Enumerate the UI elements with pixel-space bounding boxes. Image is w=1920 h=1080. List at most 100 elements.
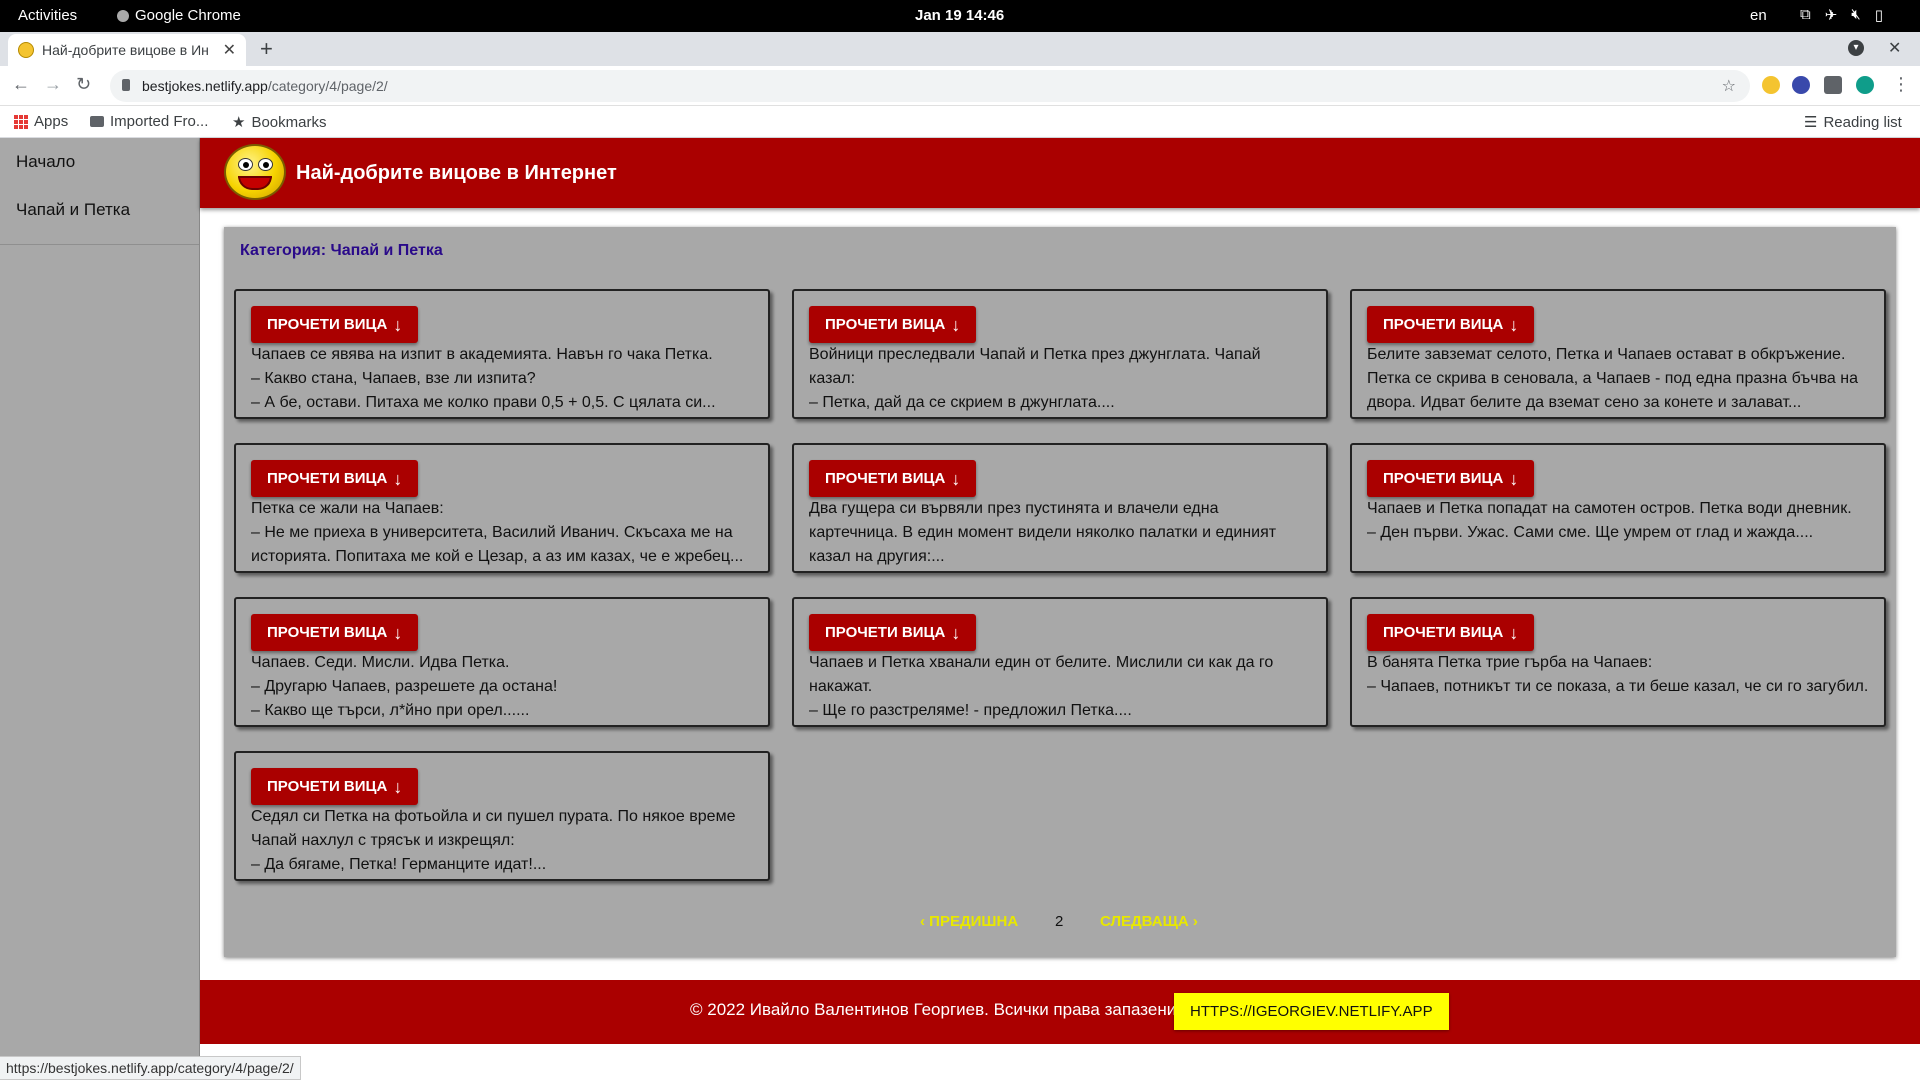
read-joke-label: ПРОЧЕТИ ВИЦА — [267, 778, 388, 795]
joke-preview-text: Чапаев и Петка хванали един от белите. М… — [809, 654, 1274, 719]
window-close-icon[interactable]: ✕ — [1888, 38, 1901, 58]
bookmark-apps[interactable]: Apps — [14, 113, 68, 130]
extension-smiley-icon[interactable] — [1762, 76, 1780, 94]
menu-kebab-icon[interactable]: ⋮ — [1892, 74, 1910, 95]
reading-list-label: Reading list — [1823, 113, 1902, 131]
reload-icon[interactable]: ↻ — [76, 74, 91, 95]
sidebar-nav: Начало Чапай и Петка — [0, 138, 199, 245]
bookmark-bookmarks[interactable]: ★ Bookmarks — [232, 113, 326, 132]
read-joke-button[interactable]: ПРОЧЕТИ ВИЦА ↓ — [251, 460, 419, 497]
author-site-link[interactable]: HTTPS://IGEORGIEV.NETLIFY.APP — [1174, 993, 1449, 1030]
joke-card: ПРОЧЕТИ ВИЦА ↓ Два гущера си вървяли през … — [792, 443, 1328, 573]
read-joke-button[interactable]: ПРОЧЕТИ ВИЦА ↓ — [809, 614, 977, 651]
joke-card: ПРОЧЕТИ ВИЦА ↓ Чапаев. Седи. Мисли. Идва П… — [234, 597, 770, 727]
read-joke-button[interactable]: ПРОЧЕТИ ВИЦА ↓ — [251, 306, 419, 343]
smiley-logo-icon[interactable] — [224, 144, 286, 200]
read-joke-label: ПРОЧЕТИ ВИЦА — [267, 470, 388, 487]
tab-search-icon[interactable]: ▾ — [1848, 40, 1864, 56]
read-joke-label: ПРОЧЕТИ ВИЦА — [825, 316, 946, 333]
read-joke-label: ПРОЧЕТИ ВИЦА — [267, 624, 388, 641]
prev-page-link[interactable]: ‹ ПРЕДИШНА — [920, 913, 1018, 930]
star-icon: ★ — [232, 114, 246, 131]
site-footer: © 2022 Ивайло Валентинов Георгиев. Всичк… — [200, 980, 1920, 1044]
status-url-bubble: https://bestjokes.netlify.app/category/4… — [0, 1056, 301, 1080]
system-top-bar: Activities Google Chrome Jan 19 14:46 en… — [0, 0, 1920, 32]
language-indicator[interactable]: en — [1750, 7, 1767, 24]
next-page-link[interactable]: СЛЕДВАЩА › — [1100, 913, 1198, 930]
volume-icon: 🔇︎ — [1851, 6, 1861, 23]
joke-card: ПРОЧЕТИ ВИЦА ↓ Белите завземат селото, Пет… — [1350, 289, 1886, 419]
arrow-down-icon: ↓ — [951, 468, 961, 489]
arrow-down-icon: ↓ — [1509, 622, 1519, 643]
current-page-number: 2 — [1055, 913, 1064, 930]
apps-grid-icon — [14, 114, 28, 129]
battery-icon: ▯ — [1874, 7, 1884, 24]
joke-card: ПРОЧЕТИ ВИЦА ↓ Петка се жали на Чапаев: – … — [234, 443, 770, 573]
sidebar: Начало Чапай и Петка — [0, 138, 200, 1060]
network-icon: ⧉ — [1800, 6, 1811, 23]
site-title[interactable]: Най-добрите вицове в Интернет — [296, 162, 617, 185]
joke-preview-text: Седял си Петка на фотьойла и си пушел пу… — [251, 808, 736, 873]
app-name: Google Chrome — [135, 7, 241, 24]
extensions-puzzle-icon[interactable] — [1824, 76, 1842, 94]
new-tab-button[interactable]: + — [260, 36, 273, 62]
address-bar[interactable]: bestjokes.netlify.app/category/4/page/2/… — [110, 70, 1750, 102]
forward-icon[interactable]: → — [44, 74, 62, 95]
app-menu[interactable]: Google Chrome — [117, 7, 241, 24]
logo-eye — [258, 158, 273, 171]
read-joke-button[interactable]: ПРОЧЕТИ ВИЦА ↓ — [251, 768, 419, 805]
joke-card: ПРОЧЕТИ ВИЦА ↓ Седял си Петка на фотьойла … — [234, 751, 770, 881]
activities-button[interactable]: Activities — [18, 7, 77, 24]
url-path: /category/4/page/2/ — [267, 78, 388, 94]
read-joke-button[interactable]: ПРОЧЕТИ ВИЦА ↓ — [251, 614, 419, 651]
system-tray[interactable]: ⧉ ✈ 🔇︎ ▯ — [1800, 6, 1883, 24]
tab-title: Най-добрите вицове в Ин — [42, 42, 209, 58]
bookmarks-bar: Apps Imported Fro... ★ Bookmarks ☰ Reading… — [0, 106, 1920, 138]
bookmark-imported-label: Imported Fro... — [110, 113, 209, 130]
copyright-text: © 2022 Ивайло Валентинов Георгиев. Всичк… — [690, 1000, 1181, 1019]
joke-card: ПРОЧЕТИ ВИЦА ↓ Войници преследвали Чапай и… — [792, 289, 1328, 419]
logo-eye — [238, 158, 253, 171]
bookmark-star-icon[interactable]: ☆ — [1722, 76, 1736, 96]
read-joke-label: ПРОЧЕТИ ВИЦА — [825, 624, 946, 641]
read-joke-button[interactable]: ПРОЧЕТИ ВИЦА ↓ — [1367, 306, 1535, 343]
close-tab-icon[interactable]: ✕ — [223, 40, 236, 60]
extension-blue-icon[interactable] — [1792, 76, 1810, 94]
back-icon[interactable]: ← — [12, 74, 30, 95]
read-joke-label: ПРОЧЕТИ ВИЦА — [825, 470, 946, 487]
chevron-left-icon: ‹ — [920, 913, 930, 930]
bookmark-imported-folder[interactable]: Imported Fro... — [90, 113, 208, 130]
url-host: bestjokes.netlify.app — [142, 78, 268, 94]
arrow-down-icon: ↓ — [1509, 468, 1519, 489]
read-joke-button[interactable]: ПРОЧЕТИ ВИЦА ↓ — [809, 460, 977, 497]
browser-toolbar: ← → ↻ bestjokes.netlify.app/category/4/p… — [0, 66, 1920, 106]
logo-mouth — [238, 176, 272, 190]
airplane-icon: ✈ — [1824, 7, 1838, 24]
reading-list-button[interactable]: ☰ Reading list — [1804, 113, 1902, 132]
joke-preview-text: Чапаев и Петка попадат на самотен остров… — [1367, 500, 1852, 541]
read-joke-button[interactable]: ПРОЧЕТИ ВИЦА ↓ — [809, 306, 977, 343]
joke-preview-text: Чапаев се явява на изпит в академията. Н… — [251, 346, 716, 411]
joke-preview-text: Белите завземат селото, Петка и Чапаев о… — [1367, 346, 1858, 411]
joke-card: ПРОЧЕТИ ВИЦА ↓ В банята Петка трие гърба н… — [1350, 597, 1886, 727]
clock[interactable]: Jan 19 14:46 — [915, 7, 1004, 24]
read-joke-button[interactable]: ПРОЧЕТИ ВИЦА ↓ — [1367, 614, 1535, 651]
read-joke-button[interactable]: ПРОЧЕТИ ВИЦА ↓ — [1367, 460, 1535, 497]
tab-strip: Най-добрите вицове в Ин ✕ + ▾ ✕ — [0, 32, 1920, 66]
profile-avatar-icon[interactable] — [1856, 76, 1874, 94]
page-bottom — [200, 1044, 1920, 1080]
arrow-down-icon: ↓ — [393, 622, 403, 643]
sidebar-item-chapai-petka[interactable]: Чапай и Петка — [0, 186, 199, 234]
joke-preview-text: Войници преследвали Чапай и Петка през д… — [809, 346, 1261, 411]
joke-preview-text: Чапаев. Седи. Мисли. Идва Петка. – Друга… — [251, 654, 558, 719]
bookmark-apps-label: Apps — [34, 113, 69, 130]
browser-tab[interactable]: Най-добрите вицове в Ин ✕ — [8, 34, 246, 66]
site-header: Най-добрите вицове в Интернет — [200, 138, 1920, 208]
reading-list-icon: ☰ — [1804, 114, 1818, 131]
arrow-down-icon: ↓ — [393, 468, 403, 489]
category-label: Категория: Чапай и Петка — [240, 242, 443, 259]
read-joke-label: ПРОЧЕТИ ВИЦА — [1383, 470, 1504, 487]
arrow-down-icon: ↓ — [951, 622, 961, 643]
joke-card: ПРОЧЕТИ ВИЦА ↓ Чапаев и Петка попадат на с… — [1350, 443, 1886, 573]
sidebar-item-home[interactable]: Начало — [0, 138, 199, 186]
